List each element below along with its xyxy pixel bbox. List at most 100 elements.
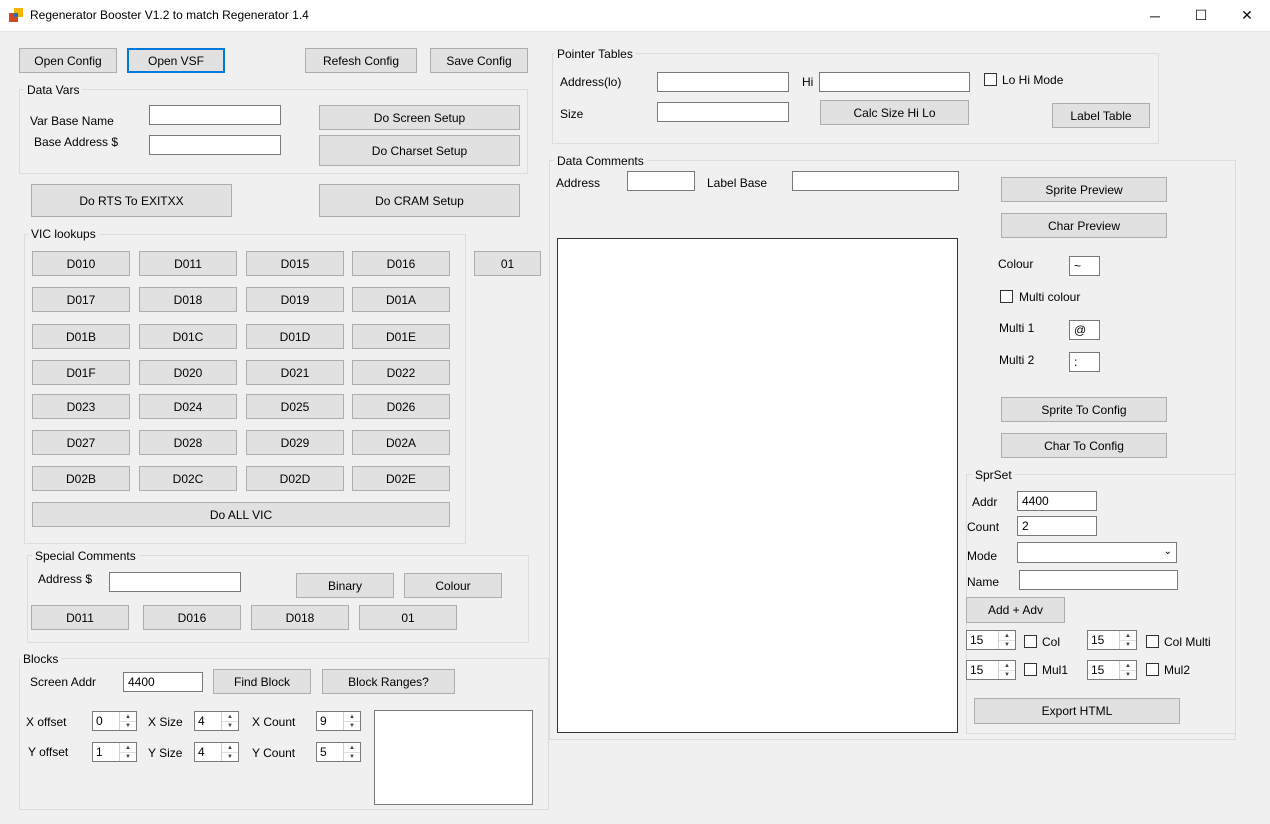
preview-canvas[interactable] xyxy=(557,238,958,733)
vic-d017-button[interactable]: D017 xyxy=(32,287,130,312)
dc-address-input[interactable] xyxy=(627,171,695,191)
calc-size-button[interactable]: Calc Size Hi Lo xyxy=(820,100,969,125)
block-ranges-button[interactable]: Block Ranges? xyxy=(322,669,455,694)
vic-d01e-button[interactable]: D01E xyxy=(352,324,450,349)
do-screen-setup-button[interactable]: Do Screen Setup xyxy=(319,105,520,130)
mul2-checkbox[interactable] xyxy=(1146,663,1159,676)
maximize-icon[interactable]: ☐ xyxy=(1178,0,1224,31)
spin-down-icon[interactable]: ▼ xyxy=(344,752,360,761)
do-cram-setup-button[interactable]: Do CRAM Setup xyxy=(319,184,520,217)
char-preview-button[interactable]: Char Preview xyxy=(1001,213,1167,238)
col-multi-spinner[interactable]: 15 ▲ ▼ xyxy=(1087,630,1137,650)
vic-d024-button[interactable]: D024 xyxy=(139,394,237,419)
vic-d01f-button[interactable]: D01F xyxy=(32,360,130,385)
sprite-preview-button[interactable]: Sprite Preview xyxy=(1001,177,1167,202)
multi-colour-checkbox[interactable] xyxy=(1000,290,1013,303)
vic-d027-button[interactable]: D027 xyxy=(32,430,130,455)
vic-d01a-button[interactable]: D01A xyxy=(352,287,450,312)
open-vsf-button[interactable]: Open VSF xyxy=(127,48,225,73)
binary-button[interactable]: Binary xyxy=(296,573,394,598)
colour-button[interactable]: Colour xyxy=(404,573,502,598)
char-to-config-button[interactable]: Char To Config xyxy=(1001,433,1167,458)
vic-d02d-button[interactable]: D02D xyxy=(246,466,344,491)
screen-addr-input[interactable]: 4400 xyxy=(123,672,203,692)
vic-d023-button[interactable]: D023 xyxy=(32,394,130,419)
special-d018-button[interactable]: D018 xyxy=(251,605,349,630)
hi-input[interactable] xyxy=(819,72,970,92)
mul1-spinner[interactable]: 15 ▲ ▼ xyxy=(966,660,1016,680)
vic-d019-button[interactable]: D019 xyxy=(246,287,344,312)
vic-d011-button[interactable]: D011 xyxy=(139,251,237,276)
open-config-button[interactable]: Open Config xyxy=(19,48,117,73)
sprite-to-config-button[interactable]: Sprite To Config xyxy=(1001,397,1167,422)
spin-down-icon[interactable]: ▼ xyxy=(999,640,1015,649)
do-charset-setup-button[interactable]: Do Charset Setup xyxy=(319,135,520,166)
save-config-button[interactable]: Save Config xyxy=(430,48,528,73)
spin-down-icon[interactable]: ▼ xyxy=(1120,640,1136,649)
mul1-checkbox[interactable] xyxy=(1024,663,1037,676)
multi2-input[interactable]: : xyxy=(1069,352,1100,372)
base-address-input[interactable] xyxy=(149,135,281,155)
label-base-input[interactable] xyxy=(792,171,959,191)
spin-down-icon[interactable]: ▼ xyxy=(222,721,238,730)
vic-d01c-button[interactable]: D01C xyxy=(139,324,237,349)
block-ranges-output[interactable] xyxy=(374,710,533,805)
spin-down-icon[interactable]: ▼ xyxy=(999,670,1015,679)
vic-d01d-button[interactable]: D01D xyxy=(246,324,344,349)
sprset-count-input[interactable]: 2 xyxy=(1017,516,1097,536)
colour-input[interactable]: ~ xyxy=(1069,256,1100,276)
vic-d018-button[interactable]: D018 xyxy=(139,287,237,312)
y-offset-spinner[interactable]: 1 ▲ ▼ xyxy=(92,742,137,762)
vic-d026-button[interactable]: D026 xyxy=(352,394,450,419)
col-multi-checkbox[interactable] xyxy=(1146,635,1159,648)
var-base-name-input[interactable] xyxy=(149,105,281,125)
vic-d02e-button[interactable]: D02E xyxy=(352,466,450,491)
lo-hi-mode-checkbox[interactable] xyxy=(984,73,997,86)
spin-down-icon[interactable]: ▼ xyxy=(120,752,136,761)
vic-d020-button[interactable]: D020 xyxy=(139,360,237,385)
vic-d029-button[interactable]: D029 xyxy=(246,430,344,455)
col-spinner[interactable]: 15 ▲ ▼ xyxy=(966,630,1016,650)
x-size-spinner[interactable]: 4 ▲ ▼ xyxy=(194,711,239,731)
x-offset-spinner[interactable]: 0 ▲ ▼ xyxy=(92,711,137,731)
multi1-input[interactable]: @ xyxy=(1069,320,1100,340)
vic-d010-button[interactable]: D010 xyxy=(32,251,130,276)
spin-down-icon[interactable]: ▼ xyxy=(120,721,136,730)
vic-d02a-button[interactable]: D02A xyxy=(352,430,450,455)
spin-down-icon[interactable]: ▼ xyxy=(344,721,360,730)
special-d011-button[interactable]: D011 xyxy=(31,605,129,630)
spin-down-icon[interactable]: ▼ xyxy=(1120,670,1136,679)
sprset-addr-input[interactable]: 4400 xyxy=(1017,491,1097,511)
vic-d02b-button[interactable]: D02B xyxy=(32,466,130,491)
vic-d015-button[interactable]: D015 xyxy=(246,251,344,276)
vic-d016-button[interactable]: D016 xyxy=(352,251,450,276)
mul2-spinner[interactable]: 15 ▲ ▼ xyxy=(1087,660,1137,680)
label-table-button[interactable]: Label Table xyxy=(1052,103,1150,128)
add-adv-button[interactable]: Add + Adv xyxy=(966,597,1065,623)
vic-d025-button[interactable]: D025 xyxy=(246,394,344,419)
close-icon[interactable]: ✕ xyxy=(1224,0,1270,31)
y-count-spinner[interactable]: 5 ▲ ▼ xyxy=(316,742,361,762)
do-rts-button[interactable]: Do RTS To EXITXX xyxy=(31,184,232,217)
vic-d01b-button[interactable]: D01B xyxy=(32,324,130,349)
export-html-button[interactable]: Export HTML xyxy=(974,698,1180,724)
do-all-vic-button[interactable]: Do ALL VIC xyxy=(32,502,450,527)
vic-d02c-button[interactable]: D02C xyxy=(139,466,237,491)
refresh-config-button[interactable]: Refesh Config xyxy=(305,48,417,73)
sprset-mode-select[interactable]: ⌄ xyxy=(1017,542,1177,563)
minimize-icon[interactable]: ─ xyxy=(1132,0,1178,31)
sprset-name-input[interactable] xyxy=(1019,570,1178,590)
vic-01-button[interactable]: 01 xyxy=(474,251,541,276)
vic-d028-button[interactable]: D028 xyxy=(139,430,237,455)
special-d016-button[interactable]: D016 xyxy=(143,605,241,630)
y-size-spinner[interactable]: 4 ▲ ▼ xyxy=(194,742,239,762)
find-block-button[interactable]: Find Block xyxy=(213,669,311,694)
col-checkbox[interactable] xyxy=(1024,635,1037,648)
address-lo-input[interactable] xyxy=(657,72,789,92)
vic-d021-button[interactable]: D021 xyxy=(246,360,344,385)
vic-d022-button[interactable]: D022 xyxy=(352,360,450,385)
special-01-button[interactable]: 01 xyxy=(359,605,457,630)
x-count-spinner[interactable]: 9 ▲ ▼ xyxy=(316,711,361,731)
special-address-input[interactable] xyxy=(109,572,241,592)
size-input[interactable] xyxy=(657,102,789,122)
